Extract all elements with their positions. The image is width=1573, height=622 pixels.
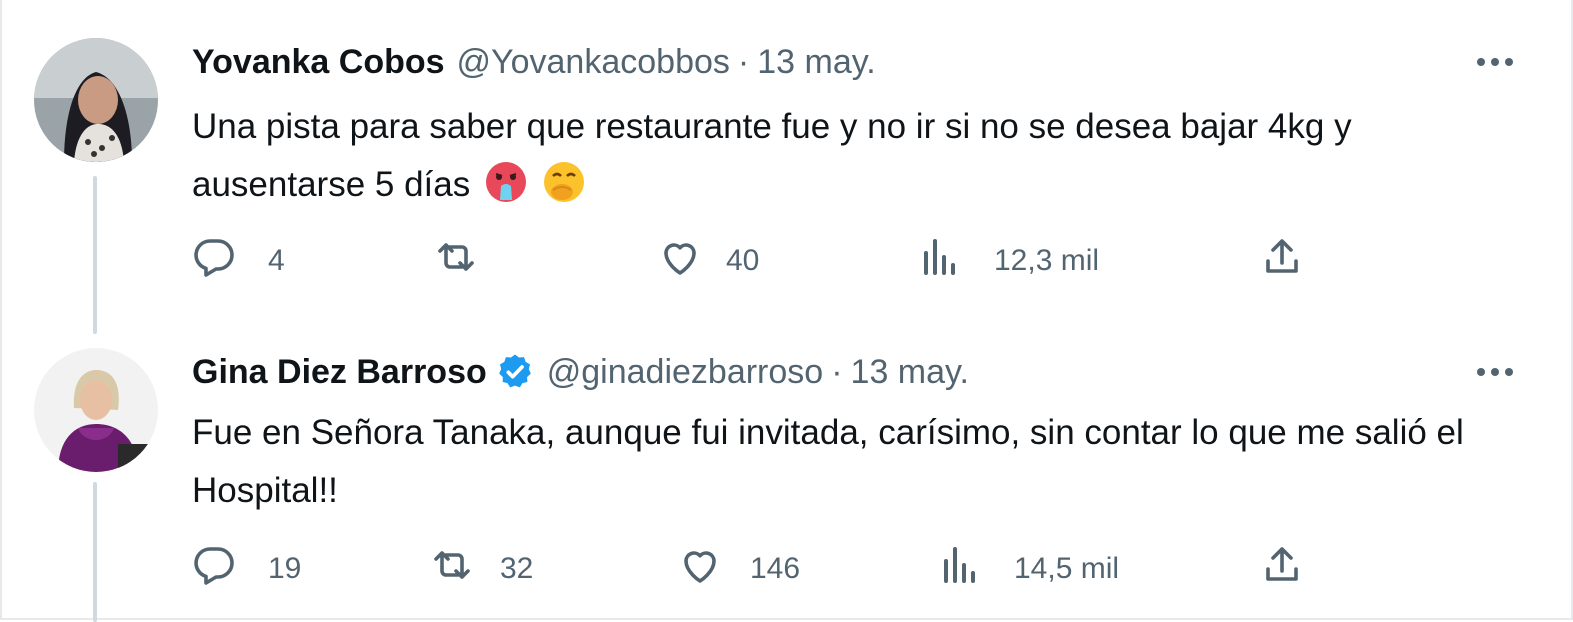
reply-icon bbox=[190, 541, 238, 597]
reply-count: 19 bbox=[268, 552, 302, 585]
tweet-actions: 19 32 146 14,5 mil bbox=[190, 544, 1320, 594]
face-with-hand-over-mouth-emoji bbox=[542, 160, 586, 204]
tweet-date[interactable]: 13 may. bbox=[757, 43, 875, 82]
share-icon bbox=[1258, 233, 1306, 289]
like-count: 146 bbox=[750, 552, 801, 585]
tweet-date[interactable]: 13 may. bbox=[851, 353, 969, 392]
reply-button[interactable]: 19 bbox=[190, 544, 301, 594]
retweet-icon bbox=[432, 233, 480, 289]
tweet-header: Yovanka Cobos @Yovankacobbos · 13 may. bbox=[192, 40, 1513, 84]
avatar[interactable] bbox=[34, 38, 158, 162]
tweet-header: Gina Diez Barroso @ginadiezbarroso · 13 … bbox=[192, 350, 1513, 394]
tweet-actions: 4 40 12,3 mil bbox=[190, 236, 1320, 286]
face-vomiting-emoji bbox=[484, 160, 528, 204]
author-handle[interactable]: @Yovankacobbos bbox=[457, 43, 730, 82]
thread-line bbox=[93, 482, 97, 622]
author-name[interactable]: Yovanka Cobos bbox=[192, 43, 445, 82]
like-button[interactable]: 40 bbox=[656, 236, 759, 286]
views-button[interactable]: 12,3 mil bbox=[916, 236, 1099, 286]
author-name[interactable]: Gina Diez Barroso bbox=[192, 353, 487, 392]
tweet-text: Fue en Señora Tanaka, aunque fui invitad… bbox=[192, 404, 1532, 520]
bar-chart-icon bbox=[916, 233, 964, 289]
retweet-count: 32 bbox=[500, 552, 534, 585]
tweet-text: Una pista para saber que restaurante fue… bbox=[192, 98, 1532, 214]
retweet-icon bbox=[428, 541, 476, 597]
reply-count: 4 bbox=[268, 244, 285, 277]
more-options-icon[interactable] bbox=[1473, 40, 1517, 84]
like-count: 40 bbox=[726, 244, 760, 277]
retweet-button[interactable] bbox=[432, 236, 510, 286]
share-icon bbox=[1258, 541, 1306, 597]
more-options-icon[interactable] bbox=[1473, 350, 1517, 394]
reply-button[interactable]: 4 bbox=[190, 236, 285, 286]
retweet-button[interactable]: 32 bbox=[428, 544, 533, 594]
tweet-gina[interactable]: Gina Diez Barroso @ginadiezbarroso · 13 … bbox=[0, 330, 1573, 622]
author-handle[interactable]: @ginadiezbarroso bbox=[547, 353, 823, 392]
tweet-text-content: Fue en Señora Tanaka, aunque fui invitad… bbox=[192, 413, 1464, 510]
like-button[interactable]: 146 bbox=[676, 544, 800, 594]
verified-badge-icon[interactable] bbox=[495, 352, 535, 392]
thread-line bbox=[93, 176, 97, 334]
heart-icon bbox=[656, 233, 704, 289]
separator-dot: · bbox=[737, 42, 750, 81]
views-count: 12,3 mil bbox=[994, 244, 1100, 277]
share-button[interactable] bbox=[1258, 544, 1306, 594]
heart-icon bbox=[676, 541, 724, 597]
bar-chart-icon bbox=[936, 541, 984, 597]
views-count: 14,5 mil bbox=[1014, 552, 1120, 585]
share-button[interactable] bbox=[1258, 236, 1306, 286]
avatar[interactable] bbox=[34, 348, 158, 472]
tweet-text-content: Una pista para saber que restaurante fue… bbox=[192, 107, 1352, 204]
tweet-yovanka[interactable]: Yovanka Cobos @Yovankacobbos · 13 may. U… bbox=[0, 0, 1573, 334]
views-button[interactable]: 14,5 mil bbox=[936, 544, 1119, 594]
separator-dot: · bbox=[831, 352, 843, 391]
reply-icon bbox=[190, 233, 238, 289]
